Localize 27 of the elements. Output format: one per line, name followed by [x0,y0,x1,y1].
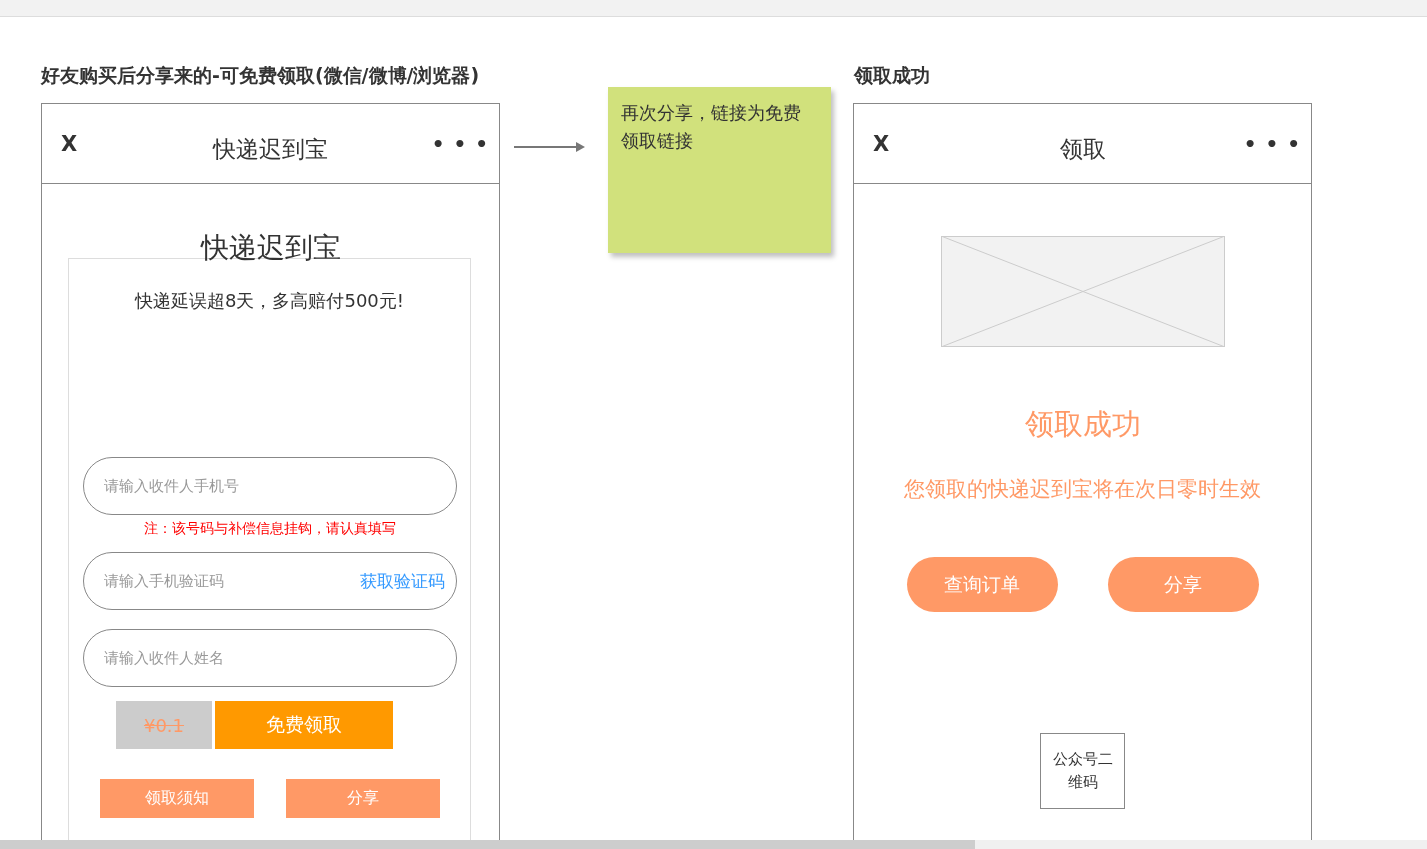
page-title: 领取 [1059,135,1106,164]
section-heading: 领取成功 [854,63,930,88]
input-field[interactable]: 请输入收件人姓名 [82,629,457,687]
page-title: 快递迟到宝 [213,135,328,164]
section-heading: 好友购买后分享来的-可免费领取(微信/微博/浏览器) [41,63,480,88]
success-message: 您领取的快递迟到宝将在次日零时生效 [904,476,1261,503]
pill-button[interactable]: 分享 [1107,557,1259,612]
input-field[interactable]: 请输入收件人手机号 [82,457,457,515]
more-button[interactable]: • • • [431,131,489,156]
claim-button[interactable]: 免费领取 [215,701,393,749]
banner-subtitle: 快递延误超8天，多高赔付500元! [135,289,404,313]
flow-arrow [514,142,585,152]
qr-label: 公众号二维码 [1051,749,1114,793]
horizontal-scrollbar[interactable] [0,840,1427,849]
pill-button[interactable]: 查询订单 [906,557,1058,612]
action-button[interactable]: 分享 [285,779,440,818]
old-price: ¥0.1 [116,701,212,749]
banner-title: 快递迟到宝 [200,232,341,264]
close-button[interactable]: X [61,131,78,156]
scrollbar-thumb[interactable] [0,840,975,849]
close-button[interactable]: X [873,131,890,156]
action-button[interactable]: 领取须知 [99,779,254,818]
success-title: 领取成功 [1024,406,1141,443]
note-text: 再次分享，链接为免费领取链接 [621,102,801,151]
more-button[interactable]: • • • [1243,131,1301,156]
get-code-link[interactable]: 获取验证码 [359,570,445,593]
warning-note: 注：该号码与补偿信息挂钩，请认真填写 [143,520,396,538]
